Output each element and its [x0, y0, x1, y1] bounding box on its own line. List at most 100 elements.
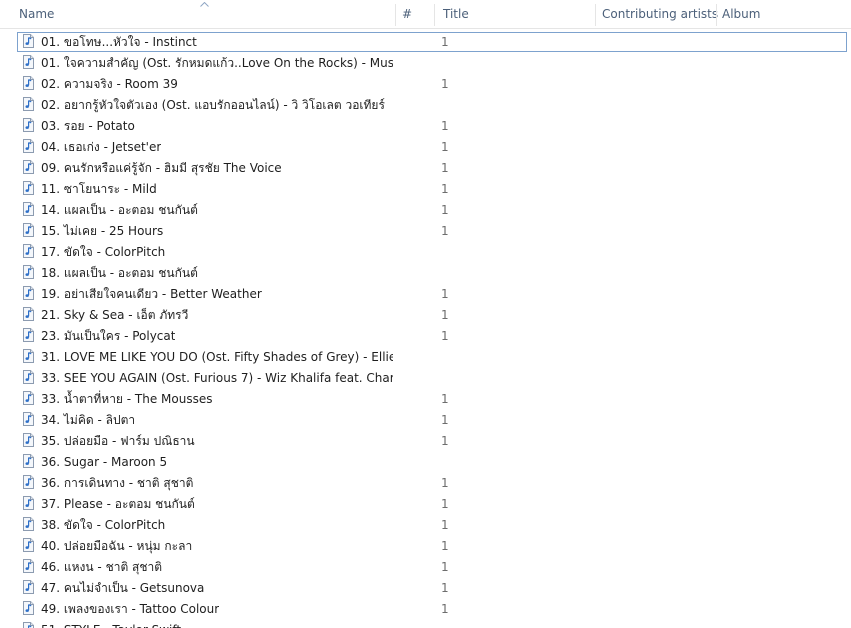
track-number: 1 [441, 182, 449, 196]
track-number: 1 [441, 35, 449, 49]
track-number: 1 [441, 581, 449, 595]
file-row[interactable]: 14. แผลเป็น - อะตอม ชนกันต์ 1 [0, 200, 851, 220]
file-row[interactable]: 01. ขอโทษ...หัวใจ - Instinct 1 [17, 32, 847, 52]
track-number: 1 [441, 518, 449, 532]
track-number: 1 [441, 392, 449, 406]
audio-file-icon [23, 538, 34, 552]
file-name: 35. ปล่อยมือ - ฟาร์ม ปณิธาน [41, 434, 195, 448]
column-header-title[interactable]: Title [437, 0, 595, 28]
track-number: 1 [441, 497, 449, 511]
audio-file-icon [23, 433, 34, 447]
track-number: 1 [441, 476, 449, 490]
audio-file-icon [23, 307, 34, 321]
file-rows: 01. ขอโทษ...หัวใจ - Instinct 1 01. ใจความส… [0, 32, 851, 628]
audio-file-icon [23, 265, 34, 279]
file-row[interactable]: 19. อย่าเสียใจคนเดียว - Better Weather 1 [0, 284, 851, 304]
file-name: 03. รอย - Potato [41, 119, 135, 133]
file-name: 15. ไม่เคย - 25 Hours [41, 224, 164, 238]
file-name: 18. แผลเป็น - อะตอม ชนกันต์ [41, 266, 198, 280]
file-name: 01. ใจความสำคัญ (Ost. รักหมดแก้ว..Love O… [41, 56, 393, 70]
audio-file-icon [23, 496, 34, 510]
audio-file-icon [23, 475, 34, 489]
file-row[interactable]: 01. ใจความสำคัญ (Ost. รักหมดแก้ว..Love O… [0, 53, 851, 73]
file-name: 33. SEE YOU AGAIN (Ost. Furious 7) - Wiz… [41, 371, 393, 385]
file-name: 36. การเดินทาง - ชาติ สุชาติ [41, 476, 194, 490]
file-row[interactable]: 03. รอย - Potato 1 [0, 116, 851, 136]
audio-file-icon [23, 601, 34, 615]
file-row[interactable]: 46. แหงน - ชาติ สุชาติ 1 [0, 557, 851, 577]
file-name: 47. คนไม่จำเป็น - Getsunova [41, 581, 205, 595]
file-name: 02. ความจริง - Room 39 [41, 77, 178, 91]
track-number: 1 [441, 140, 449, 154]
file-row[interactable]: 18. แผลเป็น - อะตอม ชนกันต์ [0, 263, 851, 283]
audio-file-icon [23, 622, 34, 628]
audio-file-icon [23, 370, 34, 384]
track-number: 1 [441, 602, 449, 616]
file-name: 34. ไม่คิด - ลิปตา [41, 413, 136, 427]
track-number: 1 [441, 203, 449, 217]
file-name: 31. LOVE ME LIKE YOU DO (Ost. Fifty Shad… [41, 350, 393, 364]
file-row[interactable]: 21. Sky & Sea - เอ็ต ภัทรวี 1 [0, 305, 851, 325]
audio-file-icon [23, 328, 34, 342]
file-row[interactable]: 04. เธอเก่ง - Jetset'er 1 [0, 137, 851, 157]
column-header-contributing-artists[interactable]: Contributing artists [596, 0, 718, 28]
audio-file-icon [23, 559, 34, 573]
track-number: 1 [441, 287, 449, 301]
file-list-view: Name # Title Contributing artists Album … [0, 0, 851, 628]
file-name: 11. ซาโยนาระ - Mild [41, 182, 157, 196]
file-row[interactable]: 37. Please - อะตอม ชนกันต์ 1 [0, 494, 851, 514]
file-row[interactable]: 51. STYLE - Taylor Swift [0, 620, 851, 628]
track-number: 1 [441, 77, 449, 91]
column-header-album[interactable]: Album [716, 0, 851, 28]
audio-file-icon [23, 55, 34, 69]
file-name: 04. เธอเก่ง - Jetset'er [41, 140, 162, 154]
file-row[interactable]: 36. การเดินทาง - ชาติ สุชาติ 1 [0, 473, 851, 493]
track-number: 1 [441, 119, 449, 133]
file-row[interactable]: 33. SEE YOU AGAIN (Ost. Furious 7) - Wiz… [0, 368, 851, 388]
file-row[interactable]: 36. Sugar - Maroon 5 [0, 452, 851, 472]
file-name: 09. คนรักหรือแค่รู้จัก - ฮิมมี สุรชัย Th… [41, 161, 282, 175]
track-number: 1 [441, 539, 449, 553]
audio-file-icon [23, 34, 34, 48]
audio-file-icon [23, 139, 34, 153]
file-name: 01. ขอโทษ...หัวใจ - Instinct [41, 35, 197, 49]
audio-file-icon [23, 517, 34, 531]
track-number: 1 [441, 560, 449, 574]
audio-file-icon [23, 412, 34, 426]
file-row[interactable]: 11. ซาโยนาระ - Mild 1 [0, 179, 851, 199]
file-row[interactable]: 49. เพลงของเรา - Tattoo Colour 1 [0, 599, 851, 619]
file-row[interactable]: 31. LOVE ME LIKE YOU DO (Ost. Fifty Shad… [0, 347, 851, 367]
column-header-name[interactable]: Name [13, 0, 395, 28]
file-name: 51. STYLE - Taylor Swift [41, 620, 181, 628]
file-name: 19. อย่าเสียใจคนเดียว - Better Weather [41, 287, 262, 301]
file-row[interactable]: 38. ขัดใจ - ColorPitch 1 [0, 515, 851, 535]
file-row[interactable]: 35. ปล่อยมือ - ฟาร์ม ปณิธาน 1 [0, 431, 851, 451]
track-number: 1 [441, 224, 449, 238]
audio-file-icon [23, 244, 34, 258]
track-number: 1 [441, 161, 449, 175]
file-row[interactable]: 09. คนรักหรือแค่รู้จัก - ฮิมมี สุรชัย Th… [0, 158, 851, 178]
file-name: 37. Please - อะตอม ชนกันต์ [41, 497, 195, 511]
audio-file-icon [23, 181, 34, 195]
file-row[interactable]: 02. ความจริง - Room 39 1 [0, 74, 851, 94]
file-row[interactable]: 40. ปล่อยมือฉัน - หนุ่ม กะลา 1 [0, 536, 851, 556]
column-divider[interactable] [434, 4, 435, 26]
track-number: 1 [441, 308, 449, 322]
file-row[interactable]: 33. น้ำตาที่หาย - The Mousses 1 [0, 389, 851, 409]
file-row[interactable]: 34. ไม่คิด - ลิปตา 1 [0, 410, 851, 430]
track-number: 1 [441, 434, 449, 448]
file-row[interactable]: 23. มันเป็นใคร - Polycat 1 [0, 326, 851, 346]
file-row[interactable]: 15. ไม่เคย - 25 Hours 1 [0, 221, 851, 241]
column-header-bar: Name # Title Contributing artists Album [0, 0, 851, 29]
file-row[interactable]: 17. ขัดใจ - ColorPitch [0, 242, 851, 262]
file-row[interactable]: 02. อยากรู้หัวใจตัวเอง (Ost. แอบรักออนไล… [0, 95, 851, 115]
audio-file-icon [23, 391, 34, 405]
column-header-number[interactable]: # [396, 0, 434, 28]
track-number: 1 [441, 329, 449, 343]
file-name: 02. อยากรู้หัวใจตัวเอง (Ost. แอบรักออนไล… [41, 98, 385, 112]
audio-file-icon [23, 349, 34, 363]
file-name: 21. Sky & Sea - เอ็ต ภัทรวี [41, 308, 189, 322]
file-row[interactable]: 47. คนไม่จำเป็น - Getsunova 1 [0, 578, 851, 598]
audio-file-icon [23, 76, 34, 90]
audio-file-icon [23, 580, 34, 594]
